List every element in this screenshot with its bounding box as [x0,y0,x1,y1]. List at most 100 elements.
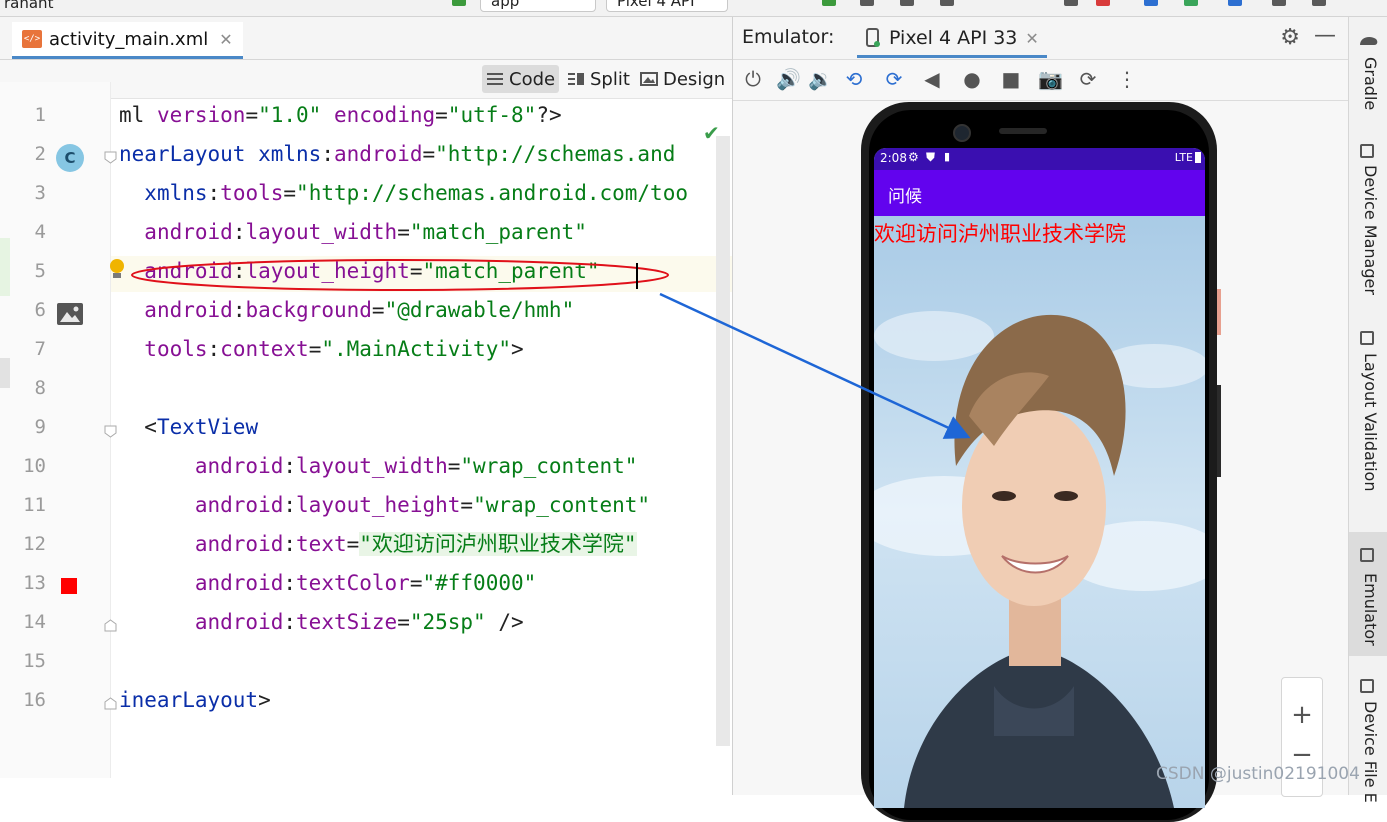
snapshot-icon[interactable]: ⟳ [1077,68,1099,90]
line-number[interactable]: 14 [14,611,46,633]
apply-code-icon[interactable] [900,0,914,6]
code-token: textColor [296,571,410,595]
power-icon[interactable]: ⏻ [742,68,764,90]
line-number[interactable]: 6 [14,299,46,321]
tool-device-manager[interactable]: Device Manager [1356,165,1380,295]
line-number[interactable]: 1 [14,104,46,126]
android-icon[interactable] [1184,0,1198,6]
code-line[interactable]: android:layout_width="match_parent" [119,217,587,247]
color-swatch-icon[interactable] [61,578,77,594]
back-icon[interactable]: ◀ [921,68,943,90]
line-number[interactable]: 8 [14,377,46,399]
code-token: ".MainActivity" [321,337,511,361]
sdk-icon[interactable] [1144,0,1158,6]
code-line[interactable]: android:layout_width="wrap_content" [119,451,638,481]
code-token: : [207,181,221,205]
device-screen[interactable]: 2:08 ⚙ ⛊ ▮ LTE 问候 欢迎访问泸州职业技术学院 [874,148,1205,808]
attach-icon[interactable] [1064,0,1078,6]
rotate-left-icon[interactable]: ⟲ [843,68,865,90]
download-icon[interactable] [1228,0,1242,6]
emulator-label: Emulator: [742,26,835,48]
gradle-icon[interactable] [1358,33,1380,49]
code-token: : [207,337,221,361]
gear-icon[interactable]: ⚙ [1280,25,1300,50]
code-line[interactable]: xmlns:tools="http://schemas.android.com/… [119,178,688,208]
sync-icon[interactable] [822,0,836,6]
volume-up-icon[interactable]: 🔊 [776,68,801,90]
device-dropdown[interactable]: Pixel 4 API 33 [606,0,728,12]
device-tab[interactable]: Pixel 4 API 33 ✕ [857,21,1047,58]
code-token: android [144,259,233,283]
editor-scrollbar[interactable] [716,136,730,746]
minimize-icon[interactable]: — [1314,23,1336,48]
zoom-in-button[interactable]: + [1282,700,1322,730]
line-number[interactable]: 9 [14,416,46,438]
line-number[interactable]: 11 [14,494,46,516]
code-line[interactable]: inearLayout> [119,685,271,715]
tool-device-file-explorer[interactable]: Device File E [1356,701,1380,803]
code-line[interactable]: tools:context=".MainActivity"> [119,334,523,364]
code-line[interactable]: ml version="1.0" encoding="utf-8"?> [119,100,562,130]
code-token: = [371,298,385,322]
file-tab-label: activity_main.xml [49,28,209,50]
overview-icon[interactable]: ■ [1000,68,1022,90]
tool-layout-validation[interactable]: Layout Validation [1356,353,1380,491]
code-token: textSize [296,610,398,634]
code-line[interactable]: android:layout_height="wrap_content" [119,490,650,520]
code-token: = [245,103,259,127]
tool-gradle[interactable]: Gradle [1356,57,1380,110]
code-token: layout_height [296,493,461,517]
rotate-right-icon[interactable]: ⟳ [883,68,905,90]
line-number[interactable]: 13 [14,572,46,594]
close-device-tab-icon[interactable]: ✕ [1025,29,1038,48]
code-line[interactable]: android:text="欢迎访问泸州职业技术学院" [119,529,637,559]
code-line[interactable]: android:layout_height="match_parent" [119,256,599,286]
code-token: android [194,610,284,634]
code-token: ?> [536,103,562,127]
apply-changes-icon[interactable] [860,0,874,6]
code-token: < [119,415,157,439]
code-token: = [397,610,410,634]
image-preview-icon[interactable] [56,302,84,326]
emulator-panel: Emulator: Pixel 4 API 33 ✕ ⚙ — ⏻ 🔊 🔉 ⟲ ⟳… [733,17,1348,822]
run-config-dropdown[interactable]: app [480,0,596,12]
code-line[interactable]: android:background="@drawable/hmh" [119,295,574,325]
close-tab-icon[interactable]: ✕ [219,30,232,49]
screenshot-camera-icon[interactable]: 📷 [1038,68,1063,90]
tool-emulator[interactable]: Emulator [1356,573,1380,646]
line-number[interactable]: 5 [14,260,46,282]
line-number[interactable]: 3 [14,182,46,204]
volume-down-icon[interactable]: 🔉 [808,68,833,90]
search-icon[interactable] [1272,0,1286,6]
class-gutter-icon[interactable]: C [56,144,84,172]
code-token: > [258,688,271,712]
stop-icon[interactable] [1096,0,1110,6]
code-area[interactable]: ml version="1.0" encoding="utf-8"?> nearL… [111,82,716,778]
emulator-header: Emulator: Pixel 4 API 33 ✕ ⚙ — [733,17,1348,60]
file-tab-activity-main[interactable]: </> activity_main.xml ✕ [12,22,243,59]
code-line[interactable]: nearLayout xmlns:android="http://schemas… [119,139,675,169]
home-icon[interactable]: ● [961,68,983,90]
code-line[interactable]: android:textSize="25sp" /> [119,607,524,637]
line-number[interactable]: 16 [14,689,46,711]
more-options-icon[interactable]: ⋮ [1116,68,1138,90]
line-number[interactable]: 15 [14,650,46,672]
xml-file-icon: </> [22,30,42,48]
debug-icon[interactable] [940,0,954,6]
code-line[interactable]: android:textColor="#ff0000" [119,568,536,598]
line-number[interactable]: 7 [14,338,46,360]
line-number[interactable]: 4 [14,221,46,243]
build-icon[interactable] [452,0,466,6]
line-number[interactable]: 2 [14,143,46,165]
code-token: layout_width [245,220,398,244]
code-line[interactable]: <TextView [119,412,258,442]
watermark: CSDN @justin02191004 [1156,764,1360,784]
settings-icon[interactable] [1312,0,1326,6]
line-number[interactable]: 10 [14,455,46,477]
line-number[interactable]: 12 [14,533,46,555]
